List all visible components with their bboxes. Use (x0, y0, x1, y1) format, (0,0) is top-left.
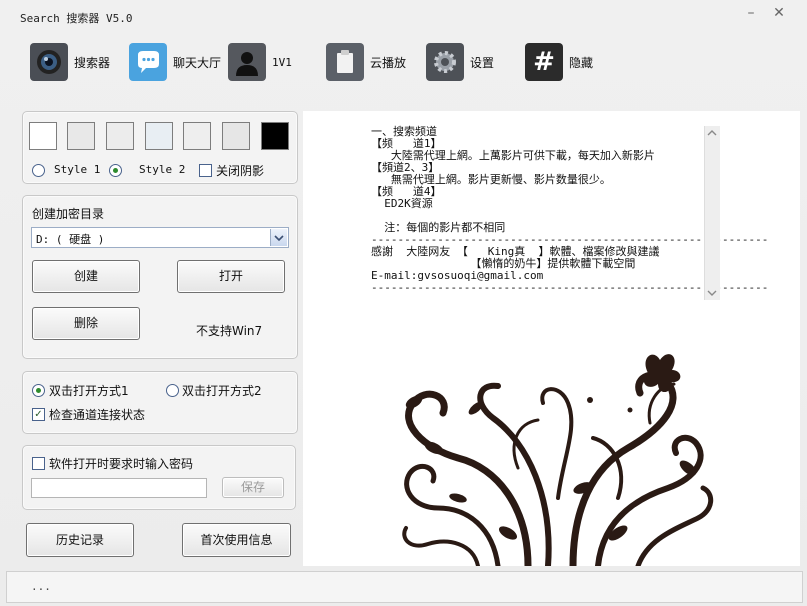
chevron-down-icon (270, 229, 287, 246)
toolbar-label: 聊天大厅 (173, 55, 222, 70)
app-window: Search 搜索器 V5.0 – ✕ 搜索器 聊天大厅 1V1 云播放 设置 (0, 0, 807, 606)
color-swatch[interactable] (106, 122, 134, 150)
open-mode1-radio[interactable] (32, 384, 45, 397)
info-line: 無需代理上網。影片更新慢、影片数量很少。 (371, 173, 611, 186)
info-line: 【懶惰的奶牛】提供軟體下載空間 (371, 257, 636, 270)
check-connection-label: 检查通道连接状态 (49, 408, 146, 422)
toolbar-chat[interactable]: 聊天大厅 (129, 42, 221, 82)
info-line: 【頻道2、3】 (371, 161, 440, 174)
password-input[interactable] (31, 478, 207, 498)
toolbar-label: 云播放 (370, 55, 407, 70)
color-swatch[interactable] (261, 122, 289, 150)
encrypt-title: 创建加密目录 (32, 207, 105, 221)
style2-radio[interactable] (109, 164, 122, 177)
history-button[interactable]: 历史记录 (26, 523, 134, 557)
open-mode1-label: 双击打开方式1 (49, 384, 129, 398)
toolbar-search[interactable]: 搜索器 (30, 42, 110, 82)
first-use-info-button[interactable]: 首次使用信息 (182, 523, 291, 557)
check-connection-checkbox[interactable]: ✓ (32, 408, 45, 421)
open-mode2-label: 双击打开方式2 (182, 384, 262, 398)
password-panel: 软件打开时要求时输入密码 保存 (22, 445, 296, 510)
require-password-label: 软件打开时要求时输入密码 (49, 457, 194, 471)
clipboard-icon (326, 43, 364, 81)
info-line: E-mail:gvsosuoqi@gmail.com (371, 269, 544, 282)
title-bar: Search 搜索器 V5.0 – ✕ (0, 0, 807, 34)
scroll-up-icon (707, 130, 717, 136)
info-line: 一、搜索频道 (371, 125, 437, 138)
toolbar-hide[interactable]: # 隐藏 (525, 42, 593, 82)
create-button[interactable]: 创建 (32, 260, 140, 293)
open-mode-panel: 双击打开方式1 双击打开方式2 ✓ 检查通道连接状态 (22, 371, 298, 434)
color-swatch[interactable] (145, 122, 173, 150)
toolbar-settings[interactable]: 设置 (426, 42, 494, 82)
style2-label: Style 2 (139, 163, 186, 176)
style1-radio[interactable] (32, 164, 45, 177)
open-mode2-radio[interactable] (166, 384, 179, 397)
floral-decoration (402, 354, 714, 566)
toolbar-label: 1V1 (272, 55, 292, 69)
toolbar-label: 隐藏 (569, 55, 594, 70)
style1-label: Style 1 (54, 163, 101, 176)
require-password-checkbox[interactable] (32, 457, 45, 470)
info-line: ED2K資源 (371, 197, 433, 210)
hash-icon: # (525, 43, 563, 81)
color-swatch[interactable] (29, 122, 57, 150)
info-textbox[interactable]: 一、搜索频道 【频 道1】 大陸需代理上網。上萬影片可供下載，每天加入新影片 【… (366, 125, 768, 300)
close-icon: ✕ (773, 5, 785, 21)
vertical-scrollbar[interactable] (704, 126, 720, 300)
minimize-icon: – (747, 5, 755, 21)
color-swatch[interactable] (183, 122, 211, 150)
delete-button[interactable]: 删除 (32, 307, 140, 340)
drive-select-value: D: ( 硬盘 ) (36, 233, 105, 246)
open-button[interactable]: 打开 (177, 260, 285, 293)
encrypt-dir-panel: 创建加密目录 D: ( 硬盘 ) 创建 打开 删除 不支持Win7 (22, 195, 298, 359)
toolbar-1v1[interactable]: 1V1 (228, 42, 292, 82)
gear-icon (426, 43, 464, 81)
scroll-down-icon (707, 290, 717, 296)
win7-note: 不支持Win7 (196, 324, 263, 338)
info-line: 【频 道4】 (371, 185, 442, 198)
info-line: 感謝 大陸网友 【 King真 】軟體、檔案修改與建議 (371, 245, 660, 258)
camera-lens-icon (30, 43, 68, 81)
info-line: 【频 道1】 (371, 137, 442, 150)
color-swatch[interactable] (67, 122, 95, 150)
toolbar-cloud-play[interactable]: 云播放 (326, 42, 406, 82)
toolbar-label: 设置 (470, 55, 495, 70)
chat-bubble-icon (129, 43, 167, 81)
window-title: Search 搜索器 V5.0 (20, 12, 133, 25)
color-swatch[interactable] (222, 122, 250, 150)
close-button[interactable]: ✕ (768, 4, 790, 22)
user-silhouette-icon (228, 43, 266, 81)
minimize-button[interactable]: – (740, 4, 762, 22)
info-line: 大陸需代理上網。上萬影片可供下載，每天加入新影片 (371, 149, 655, 162)
info-line: 注：每個的影片都不相同 (371, 221, 506, 234)
toolbar-label: 搜索器 (74, 55, 111, 70)
save-button[interactable]: 保存 (222, 477, 284, 498)
drive-select[interactable]: D: ( 硬盘 ) (31, 227, 289, 248)
status-bar: ... (6, 571, 803, 603)
style-panel: Style 1 Style 2 关闭阴影 (22, 111, 298, 184)
shadow-off-label: 关闭阴影 (216, 164, 265, 178)
shadow-off-checkbox[interactable] (199, 164, 212, 177)
status-text: ... (31, 580, 51, 593)
